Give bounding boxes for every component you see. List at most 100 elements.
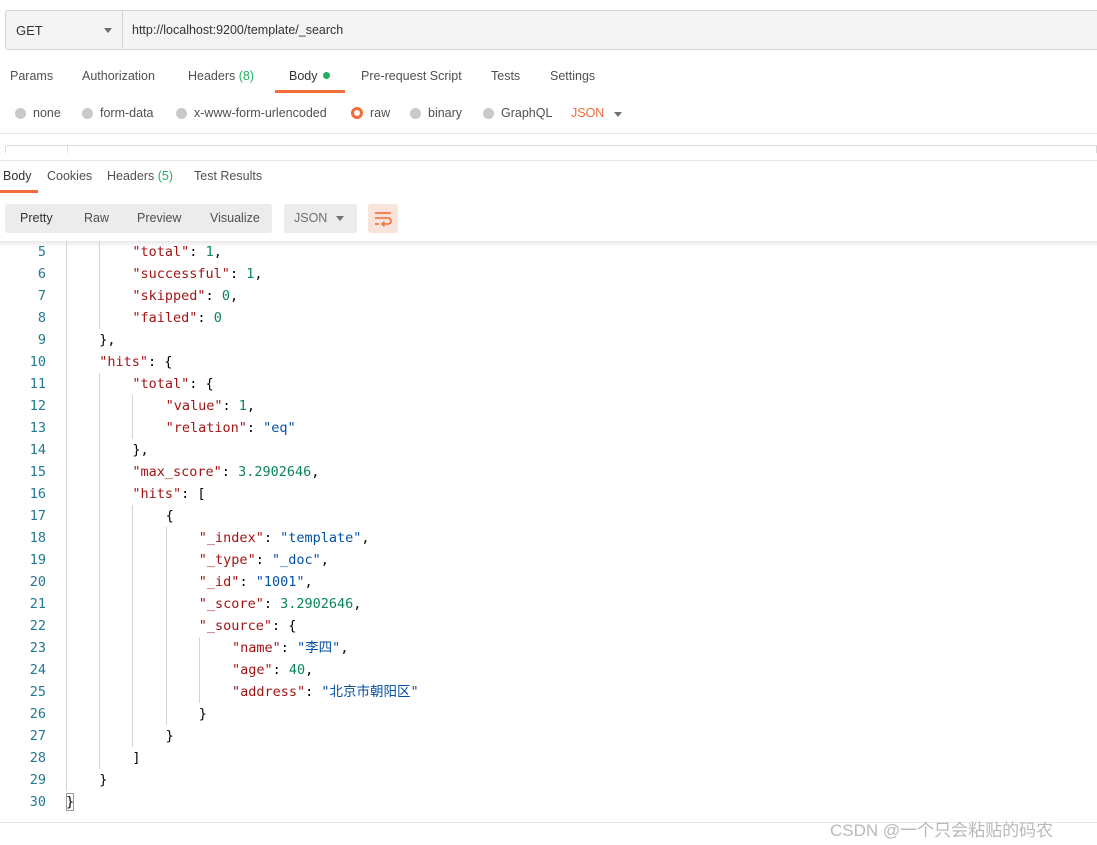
radio-none[interactable]: none — [15, 106, 61, 120]
method-label: GET — [16, 22, 43, 38]
wrap-lines-icon — [375, 212, 392, 227]
code-token: : — [222, 398, 239, 414]
code-text: "name": "李四", — [232, 637, 348, 659]
line-number: 8 — [37, 310, 46, 326]
code-token: "李四" — [297, 640, 341, 656]
code-token: , — [340, 640, 349, 656]
tab-tests[interactable]: Tests — [491, 69, 520, 83]
code-token: { — [165, 508, 174, 524]
headers-count-badge: (8) — [238, 69, 255, 83]
code-token: , — [246, 398, 256, 414]
code-line: 7 "skipped": 0, — [0, 285, 1097, 307]
radio-form-data[interactable]: form-data — [82, 106, 154, 120]
code-line: 21 "_score": 3.2902646, — [0, 593, 1097, 615]
code-text: } — [99, 769, 107, 791]
radio-urlencoded[interactable]: x-www-form-urlencoded — [176, 106, 327, 120]
code-token: "hits" — [99, 354, 148, 370]
chevron-down-icon[interactable] — [614, 112, 622, 117]
pretty-button[interactable]: Pretty — [20, 204, 53, 233]
tab-headers[interactable]: Headers (8) — [188, 69, 254, 83]
response-format-select[interactable]: JSON — [284, 204, 357, 233]
code-token: 0 — [213, 310, 222, 326]
code-token: : — [197, 310, 214, 326]
indent-guide — [66, 241, 67, 791]
code-token: "total" — [132, 244, 190, 260]
code-token: "1001" — [255, 574, 305, 590]
radio-circle-icon — [410, 107, 421, 119]
code-token: , — [320, 552, 329, 568]
code-token: : — [189, 244, 206, 260]
code-line: 13 "relation": "eq" — [0, 417, 1097, 439]
code-line: 16 "hits": [ — [0, 483, 1097, 505]
code-line: 17 { — [0, 505, 1097, 527]
radio-graphql[interactable]: GraphQL — [483, 106, 552, 120]
tab-params[interactable]: Params — [10, 69, 53, 83]
code-token: : — [272, 662, 289, 678]
wrap-lines-button[interactable] — [368, 204, 398, 233]
response-tab-test-results[interactable]: Test Results — [194, 169, 262, 183]
active-tab-underline — [275, 90, 345, 93]
radio-urlencoded-label: x-www-form-urlencoded — [194, 106, 327, 120]
code-line: 9}, — [0, 329, 1097, 351]
response-body-code[interactable]: 5 "total": 1, 6 "successful": 1, 7 "skipped":… — [0, 241, 1097, 821]
code-text: }, — [132, 439, 148, 461]
raw-button[interactable]: Raw — [84, 204, 109, 233]
response-tab-body[interactable]: Body — [3, 169, 32, 183]
radio-raw[interactable]: raw — [351, 106, 390, 120]
url-input[interactable]: http://localhost:9200/template/_search — [132, 11, 343, 49]
code-line: 10 "hits": { — [0, 351, 1097, 373]
code-line: 19 "_type": "_doc", — [0, 549, 1097, 571]
tab-settings[interactable]: Settings — [550, 69, 595, 83]
method-select[interactable]: GET — [6, 11, 123, 49]
code-text: "hits": { — [99, 351, 172, 373]
line-number: 28 — [29, 750, 46, 766]
line-number: 26 — [29, 706, 46, 722]
code-token: : { — [147, 354, 173, 370]
code-text: "_id": "1001", — [199, 571, 313, 593]
response-tab-headers[interactable]: Headers (5) — [107, 169, 173, 183]
code-token: : — [221, 464, 239, 480]
tab-authorization[interactable]: Authorization — [82, 69, 155, 83]
line-number: 22 — [29, 618, 46, 634]
code-token: "_type" — [198, 552, 256, 568]
code-line: 30} — [0, 791, 1097, 813]
line-number: 9 — [37, 332, 46, 348]
line-number: 12 — [29, 398, 46, 414]
visualize-button[interactable]: Visualize — [210, 204, 260, 233]
code-text: "skipped": 0, — [132, 285, 238, 307]
line-number: 17 — [29, 508, 46, 524]
code-token: : — [305, 684, 322, 700]
code-line: 22 "_source": { — [0, 615, 1097, 637]
bracket-match-highlight — [66, 793, 74, 811]
radio-raw-label: raw — [370, 106, 391, 120]
line-number: 20 — [29, 574, 46, 590]
radio-binary[interactable]: binary — [410, 106, 462, 120]
line-number: 7 — [37, 288, 46, 304]
request-url-bar: GET http://localhost:9200/template/_sear… — [5, 10, 1097, 50]
preview-button[interactable]: Preview — [137, 204, 181, 233]
body-language-select[interactable]: JSON — [571, 106, 604, 120]
line-number: 29 — [29, 772, 46, 788]
code-token: , — [254, 266, 263, 282]
divider — [0, 133, 1097, 134]
divider — [0, 160, 1097, 161]
code-token: : — [246, 420, 264, 436]
radio-circle-icon — [176, 107, 187, 119]
code-token: , — [304, 574, 313, 590]
code-token: : — [239, 574, 256, 590]
code-token: "_index" — [198, 530, 264, 546]
response-tab-cookies[interactable]: Cookies — [47, 169, 92, 183]
request-body-editor[interactable] — [5, 145, 1097, 153]
code-text: } — [199, 703, 207, 725]
code-token: "北京市朝阳区" — [321, 684, 419, 700]
tab-body[interactable]: Body — [289, 69, 330, 83]
code-line: 28] — [0, 747, 1097, 769]
radio-circle-icon — [82, 107, 93, 119]
indent-guide — [99, 373, 101, 769]
code-line: 29} — [0, 769, 1097, 791]
watermark: CSDN @一个只会粘贴的码农 — [830, 821, 1054, 840]
radio-binary-label: binary — [428, 106, 463, 120]
tab-prerequest-script[interactable]: Pre-request Script — [361, 69, 462, 83]
radio-selected-icon — [351, 107, 363, 119]
code-line: 24 "age": 40, — [0, 659, 1097, 681]
